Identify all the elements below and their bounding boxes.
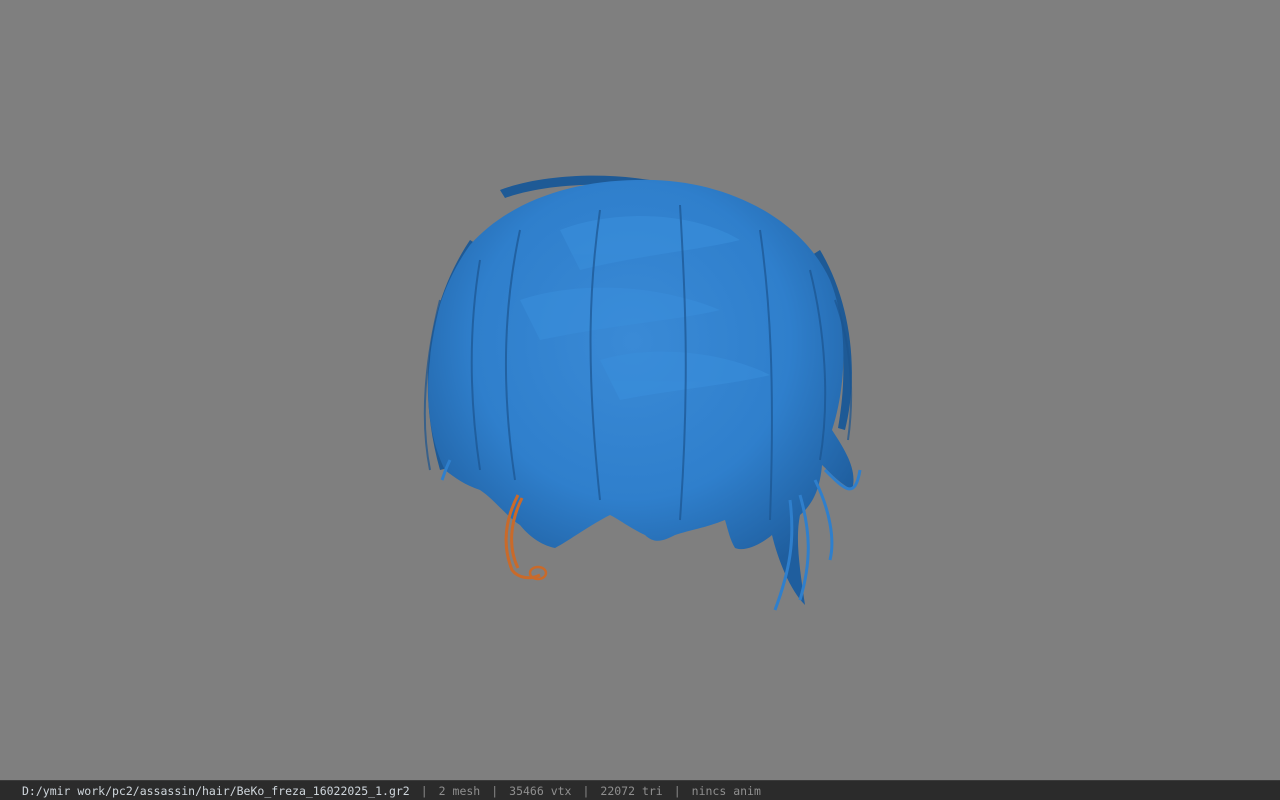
3d-viewport[interactable]: [0, 0, 1280, 780]
separator: |: [673, 783, 681, 798]
separator: |: [582, 783, 590, 798]
hair-mesh-render[interactable]: [0, 0, 1280, 780]
animation-status: nincs anim: [691, 783, 761, 798]
mesh-count: 2 mesh: [438, 783, 481, 798]
file-path: D:/ymir work/pc2/assassin/hair/BeKo_frez…: [22, 783, 410, 798]
vertex-count: 35466 vtx: [509, 783, 572, 798]
status-bar: D:/ymir work/pc2/assassin/hair/BeKo_frez…: [0, 780, 1280, 800]
triangle-count: 22072 tri: [600, 783, 663, 798]
separator: |: [420, 783, 428, 798]
separator: |: [491, 783, 499, 798]
